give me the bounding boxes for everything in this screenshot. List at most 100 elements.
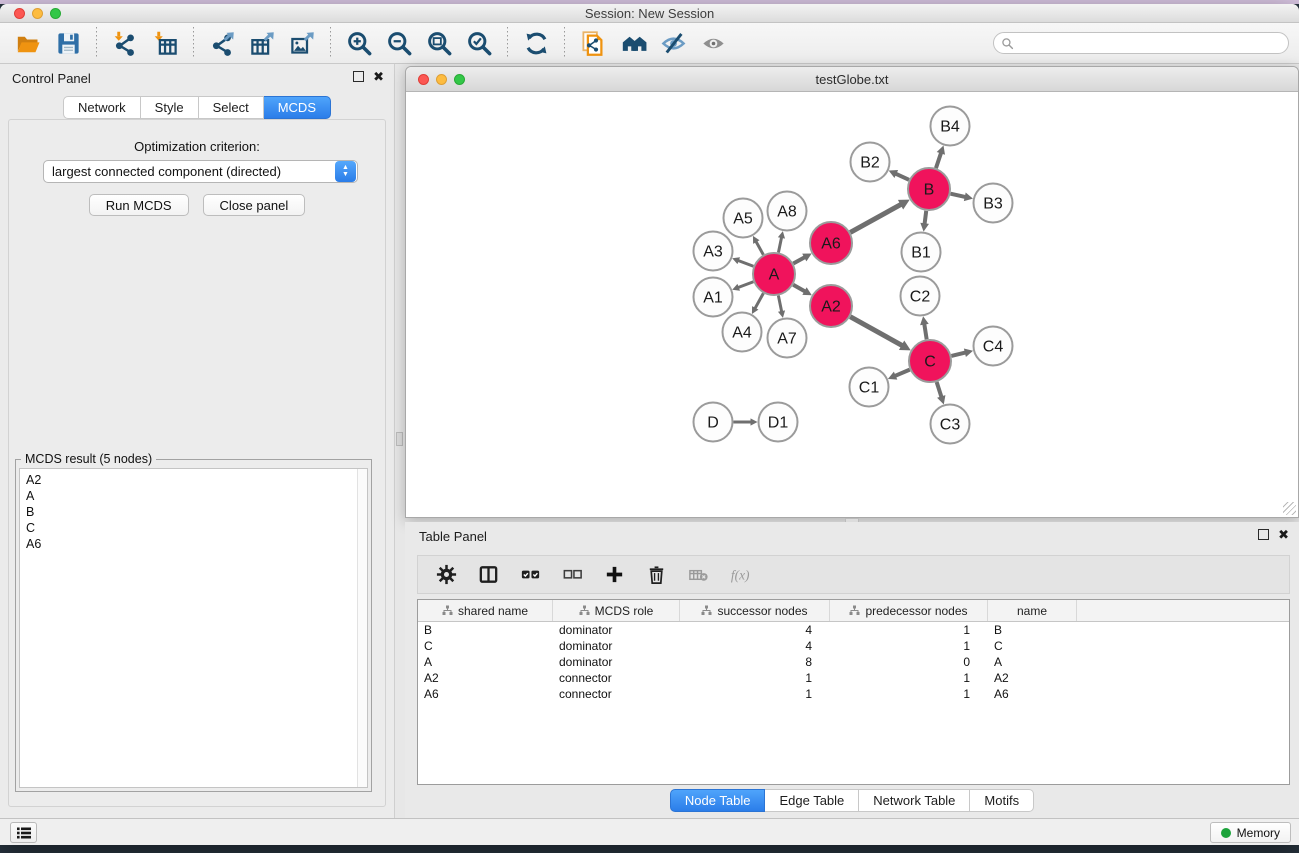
- export-table-button[interactable]: [242, 25, 282, 61]
- list-scrollbar[interactable]: [357, 469, 367, 787]
- edge-A-A1[interactable]: [738, 282, 754, 288]
- import-table-button[interactable]: [145, 25, 185, 61]
- import-network-button[interactable]: [105, 25, 145, 61]
- node-A2[interactable]: A2: [810, 285, 852, 327]
- criterion-dropdown[interactable]: largest connected component (directed) ▲…: [43, 160, 358, 183]
- edge-A2-C[interactable]: [850, 317, 902, 346]
- tab-style[interactable]: Style: [141, 96, 199, 119]
- edge-A-A8[interactable]: [778, 237, 781, 253]
- edge-A-A5[interactable]: [756, 241, 764, 255]
- node-D[interactable]: D: [694, 403, 733, 442]
- delete-column-button[interactable]: [638, 559, 674, 591]
- zoom-fit-button[interactable]: [419, 25, 459, 61]
- node-B2[interactable]: B2: [851, 143, 890, 182]
- edge-B-B1[interactable]: [925, 211, 927, 224]
- table-row[interactable]: Cdominator41C: [418, 638, 1289, 654]
- open-session-button[interactable]: [8, 25, 48, 61]
- search-input[interactable]: [1014, 34, 1288, 52]
- memory-button[interactable]: Memory: [1210, 822, 1291, 843]
- node-C[interactable]: C: [909, 340, 951, 382]
- edge-A-A2[interactable]: [793, 285, 805, 292]
- close-table-panel-icon[interactable]: ✖: [1278, 529, 1289, 540]
- tab-mcds[interactable]: MCDS: [264, 96, 331, 119]
- table-row[interactable]: A6connector11A6: [418, 686, 1289, 702]
- select-all-button[interactable]: [512, 559, 548, 591]
- node-B3[interactable]: B3: [974, 184, 1013, 223]
- mcds-result-list[interactable]: A2ABCA6: [19, 468, 368, 788]
- edge-B-B3[interactable]: [950, 194, 965, 197]
- mcds-result-item[interactable]: A2: [26, 472, 367, 488]
- search-box[interactable]: [993, 32, 1289, 54]
- edge-C-C1[interactable]: [895, 370, 910, 376]
- node-C2[interactable]: C2: [901, 277, 940, 316]
- node-A8[interactable]: A8: [768, 192, 807, 231]
- zoom-out-button[interactable]: [379, 25, 419, 61]
- apply-layout-button[interactable]: [516, 25, 556, 61]
- network-from-file-button[interactable]: [573, 25, 613, 61]
- edge-C-C2[interactable]: [924, 324, 926, 340]
- column-header-shared-name[interactable]: shared name: [418, 600, 553, 621]
- deselect-all-button[interactable]: [554, 559, 590, 591]
- node-A3[interactable]: A3: [694, 232, 733, 271]
- table-row[interactable]: Adominator80A: [418, 654, 1289, 670]
- node-A5[interactable]: A5: [724, 199, 763, 238]
- export-network-button[interactable]: [202, 25, 242, 61]
- edge-B-B2[interactable]: [895, 174, 909, 180]
- edge-A-A4[interactable]: [755, 293, 764, 309]
- edge-C-C3[interactable]: [937, 382, 942, 397]
- run-mcds-button[interactable]: Run MCDS: [89, 194, 189, 216]
- tab-node-table[interactable]: Node Table: [670, 789, 766, 812]
- edge-B-B4[interactable]: [936, 152, 941, 168]
- resize-grip-icon[interactable]: [1283, 502, 1296, 515]
- home-button[interactable]: [613, 25, 653, 61]
- node-B1[interactable]: B1: [902, 233, 941, 272]
- vertical-splitter-handle[interactable]: [396, 432, 403, 446]
- zoom-selected-button[interactable]: [459, 25, 499, 61]
- edge-A-A7[interactable]: [778, 296, 781, 312]
- column-view-button[interactable]: [470, 559, 506, 591]
- mcds-result-item[interactable]: A: [26, 488, 367, 504]
- table-row[interactable]: A2connector11A2: [418, 670, 1289, 686]
- mcds-result-item[interactable]: B: [26, 504, 367, 520]
- float-table-panel-icon[interactable]: [1258, 529, 1269, 540]
- hide-panel-button[interactable]: [653, 25, 693, 61]
- save-session-button[interactable]: [48, 25, 88, 61]
- node-A6[interactable]: A6: [810, 222, 852, 264]
- edge-A-A3[interactable]: [738, 260, 754, 266]
- export-image-button[interactable]: [282, 25, 322, 61]
- tab-select[interactable]: Select: [199, 96, 264, 119]
- column-header-successor-nodes[interactable]: successor nodes: [680, 600, 830, 621]
- node-C3[interactable]: C3: [931, 405, 970, 444]
- show-panel-button[interactable]: [693, 25, 733, 61]
- tab-network-table[interactable]: Network Table: [859, 789, 970, 812]
- node-B4[interactable]: B4: [931, 107, 970, 146]
- tab-motifs[interactable]: Motifs: [970, 789, 1034, 812]
- tab-edge-table[interactable]: Edge Table: [765, 789, 859, 812]
- close-panel-button[interactable]: Close panel: [203, 194, 306, 216]
- column-header-predecessor-nodes[interactable]: predecessor nodes: [830, 600, 988, 621]
- node-C1[interactable]: C1: [850, 368, 889, 407]
- zoom-in-button[interactable]: [339, 25, 379, 61]
- node-A1[interactable]: A1: [694, 278, 733, 317]
- table-row[interactable]: Bdominator41B: [418, 622, 1289, 638]
- node-C4[interactable]: C4: [974, 327, 1013, 366]
- gear-button[interactable]: [428, 559, 464, 591]
- tab-network[interactable]: Network: [63, 96, 141, 119]
- node-A[interactable]: A: [753, 253, 795, 295]
- node-A4[interactable]: A4: [723, 313, 762, 352]
- node-D1[interactable]: D1: [759, 403, 798, 442]
- float-panel-icon[interactable]: [353, 71, 364, 82]
- add-column-button[interactable]: [596, 559, 632, 591]
- edge-C-C4[interactable]: [951, 352, 965, 355]
- node-B[interactable]: B: [908, 168, 950, 210]
- node-A7[interactable]: A7: [768, 319, 807, 358]
- column-header-name[interactable]: name: [988, 600, 1077, 621]
- edge-A6-B[interactable]: [850, 204, 901, 232]
- mcds-result-item[interactable]: C: [26, 520, 367, 536]
- network-canvas[interactable]: B4 B2 B B3 A8A5 A6 A3 B1 A A1 C2 A2 A4A7 C4 C C1 C3 D D1: [407, 93, 1297, 516]
- mcds-result-item[interactable]: A6: [26, 536, 367, 552]
- edge-A-A6[interactable]: [793, 257, 805, 263]
- column-header-MCDS-role[interactable]: MCDS role: [553, 600, 680, 621]
- show-panels-list-button[interactable]: [10, 822, 37, 843]
- close-panel-icon[interactable]: ✖: [373, 71, 384, 82]
